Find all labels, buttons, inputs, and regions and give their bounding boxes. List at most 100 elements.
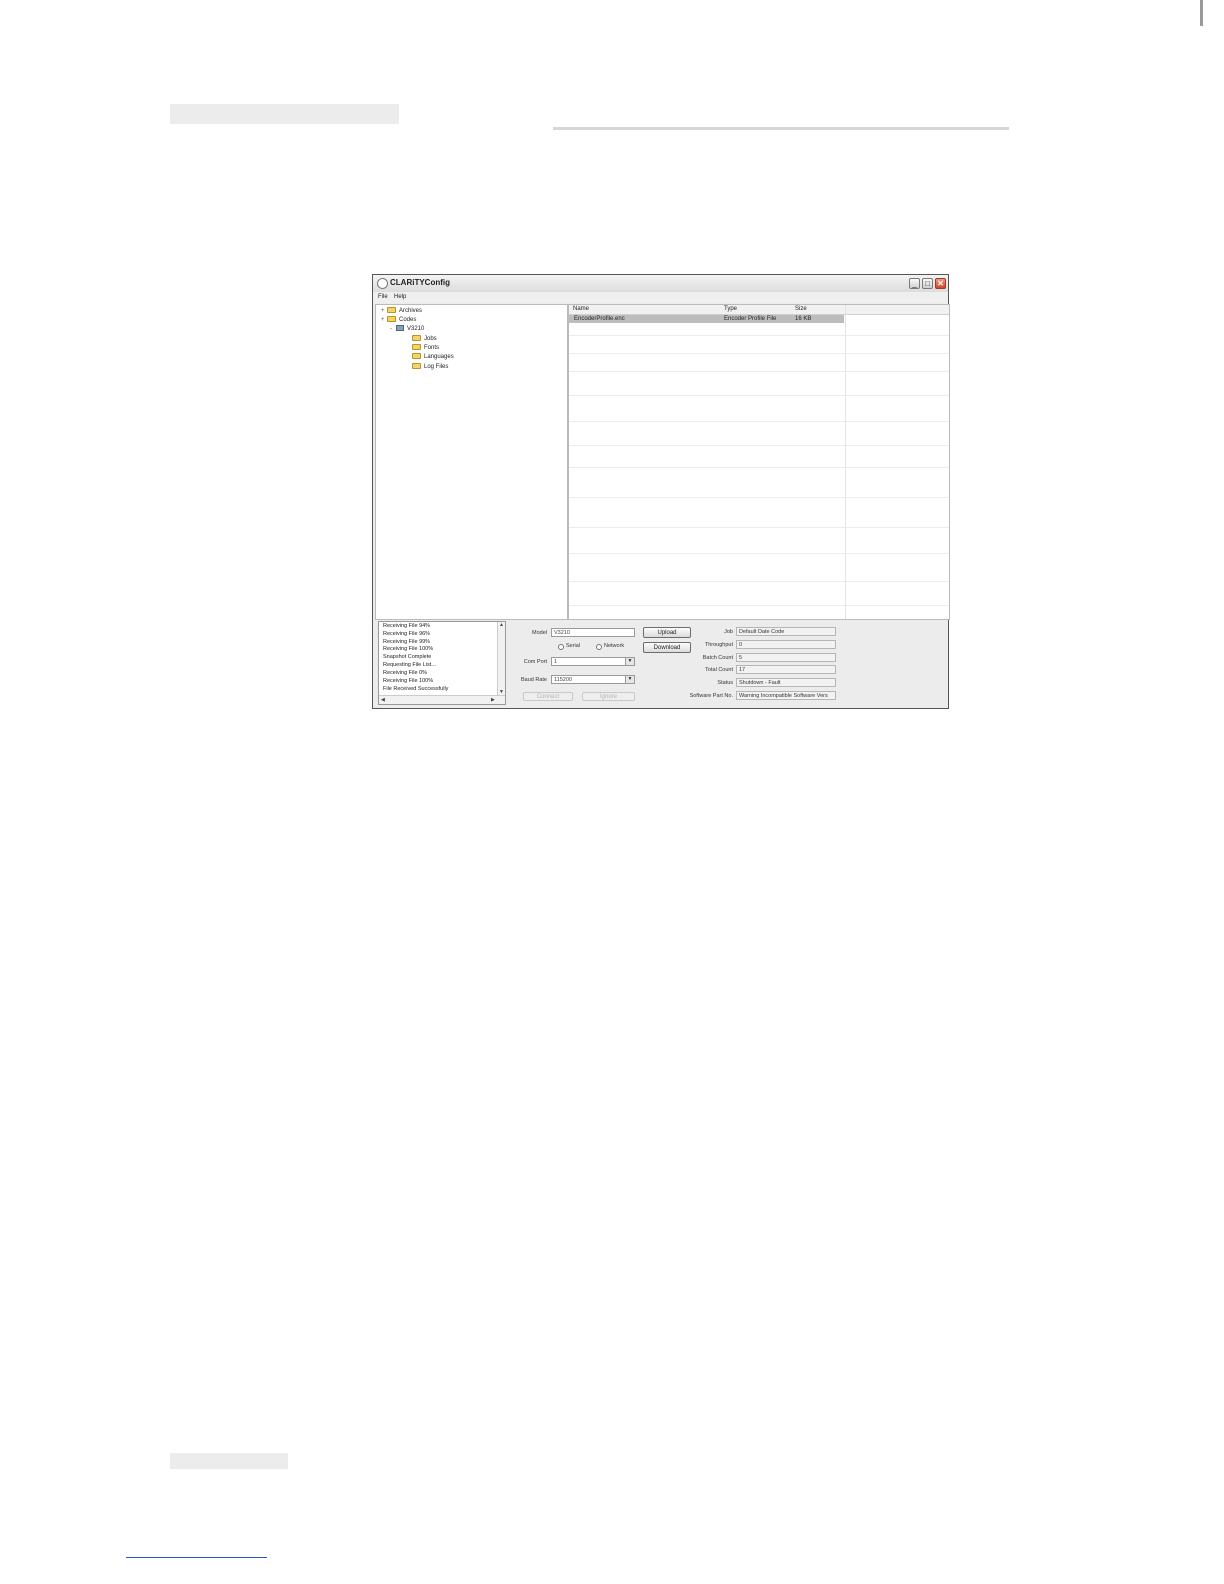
column-header-size[interactable]: Size — [795, 306, 807, 312]
chevron-down-icon[interactable]: ▼ — [625, 658, 634, 665]
tree-item-log-files[interactable]: Log Files — [412, 363, 448, 371]
log-line: Receiving File 99% — [383, 639, 431, 645]
tree-item-label: Codes — [399, 317, 417, 323]
header-rule — [553, 127, 1009, 130]
folder-icon — [412, 363, 421, 370]
log-line: Receiving File 96% — [383, 631, 431, 637]
page-edge-rule — [1200, 0, 1203, 26]
serial-radio[interactable] — [558, 644, 564, 650]
batch-count-label: Batch Count — [702, 655, 733, 661]
tree-item-v3210[interactable]: - V3210 — [390, 325, 424, 333]
folder-icon — [387, 316, 396, 323]
list-gridline — [569, 445, 949, 446]
log-line: Snapshot Complete — [383, 654, 432, 660]
serial-label: Serial — [566, 643, 581, 649]
total-count-value: 17 — [736, 665, 836, 674]
printer-icon — [396, 325, 404, 332]
software-part-no-label: Software Part No. — [689, 693, 733, 699]
list-gridline — [569, 553, 949, 554]
app-icon — [377, 278, 388, 289]
list-gridline — [569, 605, 949, 606]
log-line: Requesting File List... — [383, 662, 436, 668]
baud-rate-select[interactable]: 115200 ▼ — [551, 675, 635, 684]
tree-item-fonts[interactable]: Fonts — [412, 344, 439, 352]
folder-icon — [412, 344, 421, 351]
model-field[interactable]: V3210 — [551, 628, 635, 637]
header-placeholder-bar — [170, 104, 399, 124]
file-list[interactable]: Name Type Size EncoderProfile.enc Encode… — [568, 304, 950, 620]
column-header-name[interactable]: Name — [573, 306, 589, 312]
horizontal-scrollbar[interactable]: ◀ ▶ — [379, 695, 505, 704]
com-port-select[interactable]: 1 ▼ — [551, 657, 635, 666]
file-type-cell: Encoder Profile File — [724, 316, 777, 322]
scroll-up-icon[interactable]: ▲ — [499, 622, 504, 628]
tree-item-label: Jobs — [424, 336, 437, 342]
list-gridline — [569, 527, 949, 528]
network-label: Network — [604, 643, 625, 649]
menu-help[interactable]: Help — [394, 294, 406, 300]
total-count-label: Total Count — [705, 667, 733, 673]
close-button[interactable]: ✕ — [935, 278, 946, 289]
list-gridline — [569, 421, 949, 422]
com-port-value: 1 — [554, 659, 558, 665]
list-gridline — [569, 371, 949, 372]
status-value: Shutdown - Fault — [736, 678, 836, 687]
file-size-cell: 16 KB — [795, 316, 812, 322]
list-header: Name Type Size — [569, 305, 949, 315]
throughput-value: 0 — [736, 640, 836, 649]
column-header-type[interactable]: Type — [724, 306, 737, 312]
tree-item-label: Archives — [399, 308, 423, 314]
footer-link-rule — [126, 1557, 267, 1558]
list-gridline — [569, 395, 949, 396]
batch-count-value: 5 — [736, 653, 836, 662]
chevron-down-icon[interactable]: ▼ — [625, 676, 634, 683]
footer-placeholder-bar — [170, 1453, 288, 1469]
baud-rate-value: 115200 — [554, 677, 572, 683]
tree-item-label: Log Files — [424, 364, 449, 370]
scroll-right-icon[interactable]: ▶ — [491, 697, 495, 703]
maximize-button[interactable]: □ — [922, 278, 933, 289]
file-name-cell: EncoderProfile.enc — [574, 316, 625, 322]
log-panel[interactable]: Receiving File 94% Receiving File 96% Re… — [378, 621, 506, 705]
tree-item-jobs[interactable]: Jobs — [412, 335, 437, 343]
vertical-scrollbar[interactable]: ▲ ▼ — [497, 622, 505, 695]
com-port-label: Com Port — [523, 659, 547, 665]
tree-item-archives[interactable]: + Archives — [381, 307, 422, 315]
log-line: Receiving File 94% — [383, 623, 431, 629]
folder-icon — [412, 335, 421, 342]
log-line: Receiving File 100% — [383, 646, 434, 652]
tree-item-codes[interactable]: + Codes — [381, 316, 416, 324]
ignore-button[interactable]: Ignore — [582, 692, 635, 701]
table-row[interactable]: EncoderProfile.enc Encoder Profile File … — [569, 315, 844, 323]
menu-file[interactable]: File — [378, 294, 388, 300]
folder-icon — [387, 307, 396, 314]
list-gridline — [569, 497, 949, 498]
job-label: Job — [724, 629, 733, 635]
log-line: Receiving File 0% — [383, 670, 428, 676]
application-window: CLARiTYConfig _ □ ✕ File Help + Archives … — [372, 274, 950, 709]
tree-item-languages[interactable]: Languages — [412, 353, 454, 361]
throughput-label: Throughput — [704, 642, 733, 648]
title-bar[interactable]: CLARiTYConfig _ □ ✕ — [373, 275, 948, 293]
folder-icon — [412, 353, 421, 360]
log-line: Receiving File 100% — [383, 678, 434, 684]
model-label: Model — [532, 630, 547, 636]
folder-tree[interactable]: + Archives + Codes - V3210 Jobs Fonts Langu… — [375, 304, 568, 620]
tree-item-label: Languages — [424, 354, 454, 360]
tree-item-label: Fonts — [424, 345, 440, 351]
baud-rate-label: Baud Rate — [521, 677, 547, 683]
log-line: File Received Successfully — [383, 686, 449, 692]
minimize-button[interactable]: _ — [909, 278, 920, 289]
window-title: CLARiTYConfig — [390, 278, 450, 287]
list-gridline — [569, 581, 949, 582]
list-gridline — [569, 353, 949, 354]
list-gridline — [569, 467, 949, 468]
scroll-left-icon[interactable]: ◀ — [381, 697, 385, 703]
network-radio[interactable] — [596, 644, 602, 650]
tree-item-label: V3210 — [407, 326, 425, 332]
status-label: Status — [717, 680, 733, 686]
menu-bar: File Help — [373, 292, 948, 303]
software-part-no-value: Warning Incompatible Software Vers — [736, 691, 836, 700]
connect-button[interactable]: Connect — [523, 692, 573, 701]
job-value: Default Date Code — [736, 627, 836, 636]
